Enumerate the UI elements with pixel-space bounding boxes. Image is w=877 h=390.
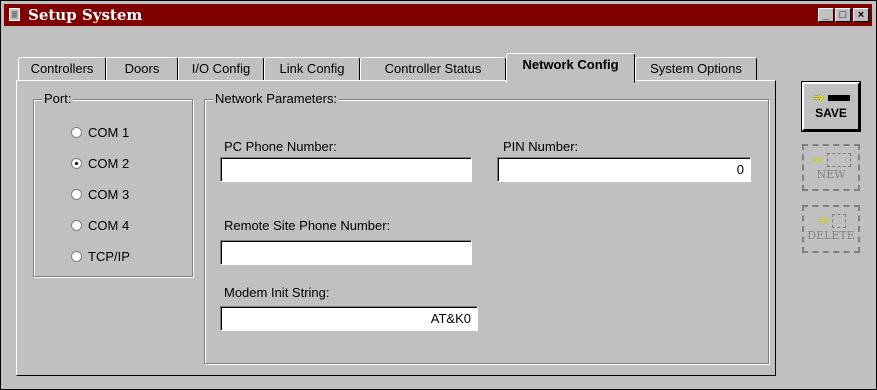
app-icon[interactable] xyxy=(9,8,20,21)
radio-indicator xyxy=(71,189,82,200)
pin-number-label: PIN Number: xyxy=(503,139,579,154)
window-title: Setup System xyxy=(28,6,143,24)
radio-label: COM 4 xyxy=(88,218,130,233)
modem-init-label: Modem Init String: xyxy=(224,285,330,300)
save-button[interactable]: ⇒ SAVE xyxy=(801,81,861,132)
setup-system-window: Setup System _ □ × Controllers Doors I/O… xyxy=(0,0,877,390)
save-icon: ⇒ xyxy=(804,88,858,106)
pc-phone-input[interactable] xyxy=(220,157,472,182)
delete-button[interactable]: ⇒ DELETE xyxy=(802,205,860,253)
remote-site-phone-label: Remote Site Phone Number: xyxy=(224,218,391,233)
network-parameters-label: Network Parameters: xyxy=(213,91,340,106)
save-label: SAVE xyxy=(815,106,847,120)
tab-network-config[interactable]: Network Config xyxy=(506,53,635,83)
tab-doors[interactable]: Doors xyxy=(106,57,178,81)
radio-indicator xyxy=(71,158,82,169)
delete-label: DELETE xyxy=(807,229,855,242)
network-config-panel: Port: COM 1 COM 2 COM 3 COM 4 TCP/IP Net… xyxy=(16,80,776,376)
tab-link-config[interactable]: Link Config xyxy=(264,57,360,81)
radio-indicator xyxy=(71,251,82,262)
pc-phone-label: PC Phone Number: xyxy=(224,139,337,154)
close-button[interactable]: × xyxy=(853,8,869,22)
new-label: NEW xyxy=(816,168,846,181)
new-button[interactable]: ⇒ NEW xyxy=(802,144,860,191)
tab-system-options[interactable]: System Options xyxy=(635,57,757,81)
pin-number-input[interactable]: 0 xyxy=(497,157,751,182)
maximize-button[interactable]: □ xyxy=(835,8,851,22)
port-group: Port: COM 1 COM 2 COM 3 COM 4 TCP/IP xyxy=(33,91,193,277)
radio-label: COM 2 xyxy=(88,156,130,171)
delete-trash-icon: ⇒ xyxy=(804,211,858,229)
radio-label: COM 3 xyxy=(88,187,130,202)
port-group-label: Port: xyxy=(42,91,74,106)
radio-label: TCP/IP xyxy=(88,249,130,264)
tab-controller-status[interactable]: Controller Status xyxy=(360,57,506,81)
modem-init-input[interactable]: AT&K0 xyxy=(220,306,478,331)
minimize-button[interactable]: _ xyxy=(818,8,834,22)
tab-controllers[interactable]: Controllers xyxy=(18,57,106,81)
radio-label: COM 1 xyxy=(88,125,130,140)
new-record-icon: ⇒ xyxy=(804,150,858,168)
network-parameters-group: Network Parameters: PC Phone Number: PIN… xyxy=(204,91,769,364)
tab-io-config[interactable]: I/O Config xyxy=(178,57,264,81)
title-bar[interactable]: Setup System _ □ × xyxy=(4,4,872,26)
remote-site-phone-input[interactable] xyxy=(220,240,472,265)
radio-indicator xyxy=(71,127,82,138)
radio-indicator xyxy=(71,220,82,231)
